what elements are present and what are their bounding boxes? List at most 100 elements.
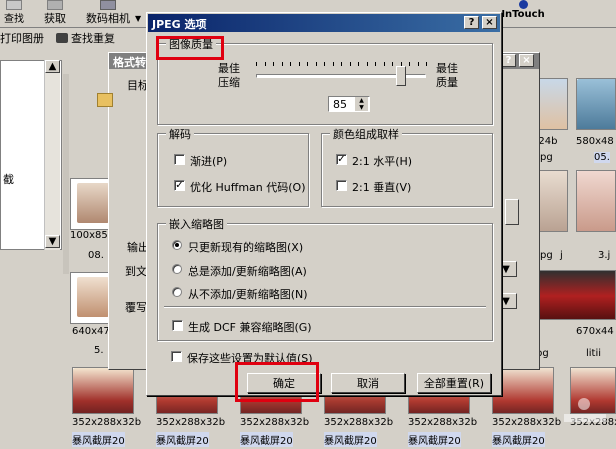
save-default-checkbox[interactable] bbox=[171, 351, 182, 362]
reset-all-button[interactable]: 全部重置(R) bbox=[417, 373, 491, 393]
right-caption-5: 670x44 bbox=[576, 326, 614, 337]
bg-overwrite-label: 覆写 bbox=[125, 301, 147, 314]
jpeg-options-dialog: JPEG 选项 ? × 图像质量 最佳 压缩 最佳 质量 85 ▲ ▼ 解码 渐… bbox=[146, 12, 502, 396]
progressive-checkbox[interactable] bbox=[174, 154, 185, 165]
quality-highlight-box bbox=[156, 36, 224, 60]
jpeg-dialog-title: JPEG 选项 bbox=[152, 18, 207, 31]
thumbnail-left-2-caption: 640x47 bbox=[72, 326, 110, 337]
thumbnail-left-1-filename: 08. bbox=[88, 250, 104, 261]
optimize-huffman-checkbox[interactable]: ✓ bbox=[174, 180, 185, 191]
bottom-caption-3: 352x288x32b bbox=[240, 417, 310, 428]
binoculars-icon bbox=[56, 33, 68, 43]
horizontal-2-1-label[interactable]: 2:1 水平(H) bbox=[352, 153, 412, 169]
close-button[interactable]: × bbox=[482, 16, 497, 29]
search-icon bbox=[6, 0, 22, 10]
slider-tick bbox=[366, 62, 368, 66]
bg-close-button[interactable]: × bbox=[519, 54, 534, 67]
update-existing-label[interactable]: 只更新现有的缩略图(X) bbox=[188, 239, 303, 255]
always-add-radio[interactable] bbox=[172, 264, 182, 274]
decode-title: 解码 bbox=[166, 126, 194, 142]
search-tool-button[interactable]: 查找 bbox=[0, 0, 28, 26]
bottom-filename-4: 暴风截屏20 bbox=[324, 432, 377, 447]
find-duplicates-button[interactable]: 查找重复 bbox=[56, 30, 115, 46]
vertical-2-1-label[interactable]: 2:1 垂直(V) bbox=[352, 179, 411, 195]
slider-tick bbox=[324, 62, 325, 66]
right-filename-2: 05. bbox=[594, 152, 610, 163]
slider-tick bbox=[426, 62, 427, 66]
bg-help-button[interactable]: ? bbox=[501, 54, 516, 67]
thumbnail-right-4[interactable] bbox=[576, 170, 616, 232]
slider-tick bbox=[264, 62, 266, 66]
folder-icon bbox=[97, 93, 113, 107]
digital-camera-button[interactable]: 数码相机 bbox=[78, 0, 138, 26]
thumbnail-right-2[interactable] bbox=[576, 78, 616, 130]
bottom-caption-5: 352x288x32b bbox=[408, 417, 478, 428]
slider-tick bbox=[341, 62, 342, 66]
dcf-thumbnail-label[interactable]: 生成 DCF 兼容缩略图(G) bbox=[188, 319, 312, 335]
right-caption-2: 580x48 bbox=[576, 136, 614, 147]
right-filename-4: pg bbox=[540, 250, 553, 261]
never-add-radio[interactable] bbox=[172, 287, 182, 297]
slider-tick bbox=[315, 62, 317, 66]
right-filename-1: pg bbox=[540, 152, 553, 163]
vertical-2-1-checkbox[interactable] bbox=[336, 180, 347, 191]
decode-group: 解码 渐进(P) ✓ 优化 Huffman 代码(O) bbox=[157, 126, 309, 207]
color-sampling-group: 颜色组成取样 ✓ 2:1 水平(H) 2:1 垂直(V) bbox=[321, 126, 493, 207]
bottom-filename-3: 暴风截屏20 bbox=[240, 432, 293, 447]
slider-tick bbox=[290, 62, 291, 66]
bottom-filename-6: 暴风截屏20 bbox=[492, 432, 545, 447]
slider-tick bbox=[375, 62, 376, 66]
watermark-logo bbox=[560, 398, 610, 432]
thumbnail-left-2-filename: 5. bbox=[94, 345, 104, 356]
right-filename-3: j bbox=[560, 250, 563, 261]
bottom-caption-2: 352x288x32b bbox=[156, 417, 226, 428]
color-sampling-title: 颜色组成取样 bbox=[330, 126, 402, 142]
slider-tick bbox=[349, 62, 351, 66]
slider-tick bbox=[358, 62, 359, 66]
quality-spin-up[interactable]: ▲ bbox=[355, 97, 368, 104]
bg-side-button[interactable] bbox=[505, 199, 519, 225]
scroll-down-button[interactable]: ▼ bbox=[45, 235, 60, 248]
acquire-button[interactable]: 获取 bbox=[40, 0, 70, 26]
print-album-button[interactable]: 打印图册 bbox=[0, 30, 44, 46]
intouch-button[interactable]: InTouch bbox=[498, 0, 548, 26]
slider-tick bbox=[417, 62, 419, 66]
thumbnail-right-5[interactable] bbox=[532, 270, 616, 320]
slider-tick bbox=[332, 62, 334, 66]
bottom-caption-1: 352x288x32b bbox=[72, 417, 142, 428]
slider-tick bbox=[383, 62, 385, 66]
slider-tick bbox=[281, 62, 283, 66]
always-add-label[interactable]: 总是添加/更新缩略图(A) bbox=[188, 263, 307, 279]
right-filename-5: 3.j bbox=[598, 250, 611, 261]
ok-highlight-box bbox=[235, 362, 319, 402]
progressive-label[interactable]: 渐进(P) bbox=[190, 153, 227, 169]
quality-spin-down[interactable]: ▼ bbox=[355, 104, 368, 111]
slider-tick bbox=[298, 62, 300, 66]
update-existing-radio[interactable] bbox=[172, 240, 182, 250]
bottom-filename-5: 暴风截屏20 bbox=[408, 432, 461, 447]
help-button[interactable]: ? bbox=[464, 16, 479, 29]
left-panel-text: 截 bbox=[3, 173, 14, 186]
quality-slider-thumb[interactable] bbox=[395, 66, 406, 86]
bg-to-label: 到文 bbox=[125, 265, 147, 278]
quality-value-field[interactable]: 85 ▲ ▼ bbox=[328, 96, 370, 112]
left-scrollbar[interactable]: ▲ ▼ bbox=[44, 60, 60, 250]
thumbnail-bottom-1[interactable] bbox=[72, 367, 134, 414]
thumbnail-left-1-caption: 100x85 bbox=[70, 230, 108, 241]
never-add-label[interactable]: 从不添加/更新缩略图(N) bbox=[188, 286, 308, 302]
best-compression-label-2: 压缩 bbox=[218, 76, 240, 89]
scroll-up-button[interactable]: ▲ bbox=[45, 60, 60, 73]
embed-thumbnail-title: 嵌入缩略图 bbox=[166, 216, 227, 232]
horizontal-2-1-checkbox[interactable]: ✓ bbox=[336, 154, 347, 165]
dcf-thumbnail-checkbox[interactable] bbox=[172, 320, 183, 331]
embed-thumbnail-group: 嵌入缩略图 只更新现有的缩略图(X) 总是添加/更新缩略图(A) 从不添加/更新… bbox=[157, 216, 493, 341]
camera-icon bbox=[100, 0, 116, 10]
radio-selected-dot bbox=[175, 243, 179, 247]
embed-divider bbox=[164, 306, 486, 308]
optimize-huffman-label[interactable]: 优化 Huffman 代码(O) bbox=[190, 179, 305, 195]
cancel-button[interactable]: 取消 bbox=[331, 373, 405, 393]
slider-tick bbox=[256, 62, 257, 66]
dropdown-arrow-icon[interactable]: ▼ bbox=[135, 14, 141, 23]
best-quality-label-2: 质量 bbox=[436, 76, 458, 89]
jpeg-dialog-titlebar: JPEG 选项 ? × bbox=[148, 14, 500, 32]
